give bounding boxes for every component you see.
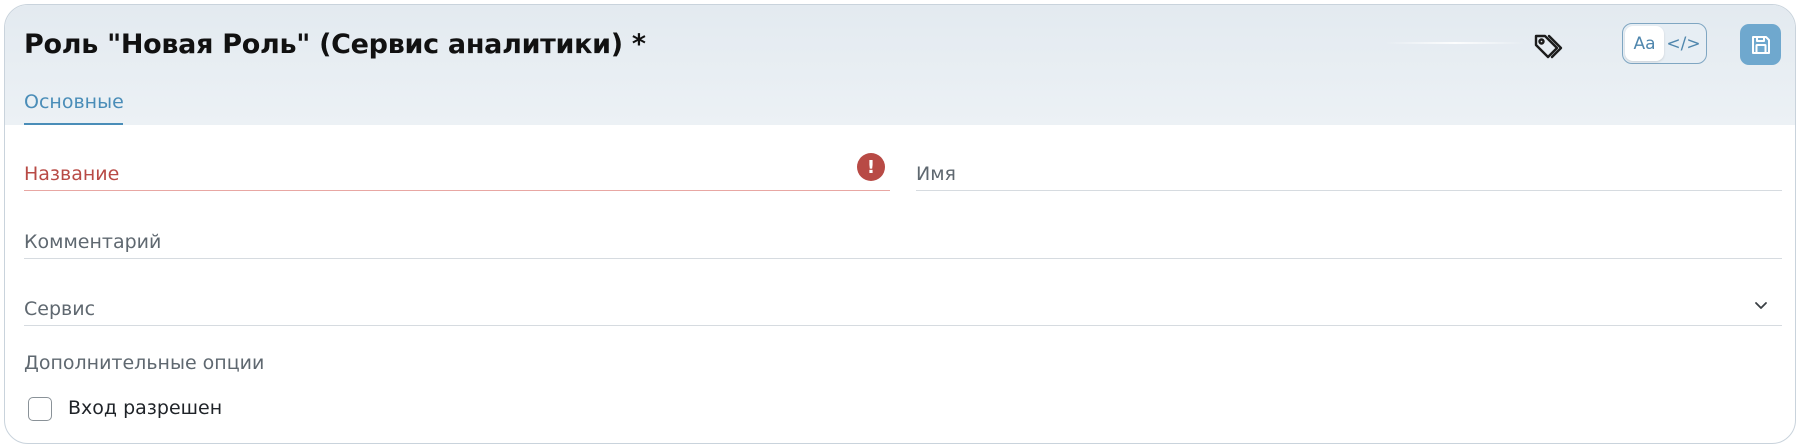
tag-icon[interactable] bbox=[1532, 30, 1566, 64]
service-select[interactable]: Сервис bbox=[24, 280, 1782, 326]
service-select-label: Сервис bbox=[24, 298, 96, 320]
floppy-disk-icon bbox=[1751, 35, 1770, 54]
extra-options-heading: Дополнительные опции bbox=[24, 352, 265, 374]
header-divider bbox=[1385, 42, 1525, 44]
page-title: Роль "Новая Роль" (Сервис аналитики) * bbox=[24, 29, 646, 60]
tab-main[interactable]: Основные bbox=[24, 91, 124, 113]
comment-field-label: Комментарий bbox=[24, 231, 162, 253]
exclamation-icon: ! bbox=[857, 153, 885, 181]
editor-header: Роль "Новая Роль" (Сервис аналитики) * A… bbox=[5, 5, 1795, 125]
code-mode-button[interactable]: </> bbox=[1664, 26, 1703, 61]
role-editor-panel: Роль "Новая Роль" (Сервис аналитики) * A… bbox=[4, 4, 1796, 444]
comment-field[interactable]: Комментарий bbox=[24, 213, 1782, 259]
login-allowed-checkbox[interactable] bbox=[28, 397, 52, 421]
save-button[interactable] bbox=[1740, 24, 1781, 65]
name-field[interactable]: Название ! bbox=[24, 145, 890, 191]
editor-mode-toggle: Aa </> bbox=[1622, 23, 1707, 64]
text-mode-button[interactable]: Aa bbox=[1625, 26, 1664, 61]
display-name-field[interactable]: Имя bbox=[916, 145, 1782, 191]
login-allowed-label[interactable]: Вход разрешен bbox=[68, 397, 222, 419]
display-name-field-label: Имя bbox=[916, 163, 956, 185]
active-tab-indicator bbox=[24, 123, 123, 125]
name-field-label: Название bbox=[24, 163, 120, 185]
chevron-down-icon[interactable] bbox=[1752, 296, 1770, 314]
